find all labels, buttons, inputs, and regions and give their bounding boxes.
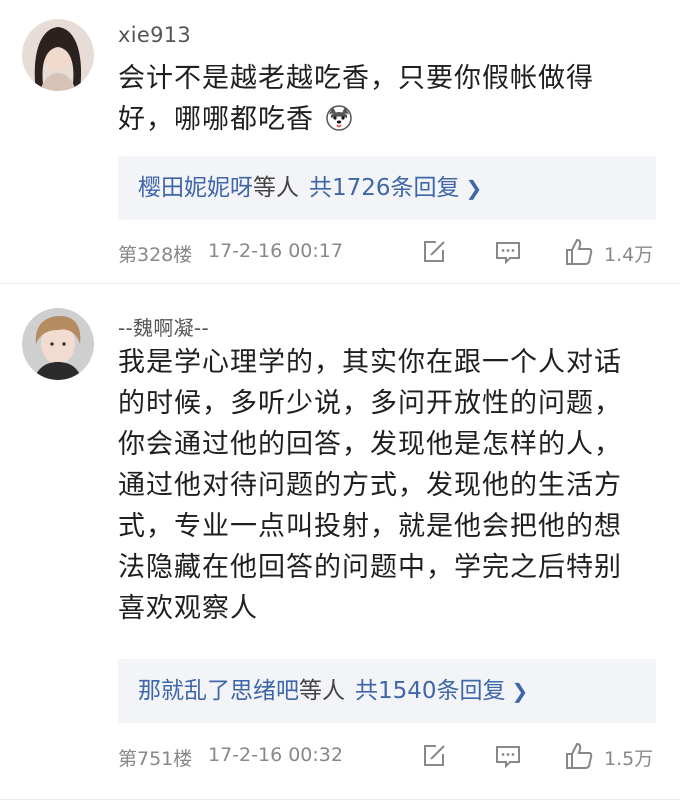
edit-square-icon[interactable] xyxy=(420,742,448,770)
comment-item: --魏啊凝-- 我是学心理学的，其实你在跟一个人对话的时候，多听少说，多问开放性… xyxy=(0,284,680,800)
comment-text: 我是学心理学的，其实你在跟一个人对话的时候，多听少说，多问开放性的问题，你会通过… xyxy=(118,347,622,624)
timestamp: 17-2-16 00:32 xyxy=(208,744,343,766)
thumbs-up-icon[interactable] xyxy=(564,741,594,771)
floor-number: 第328楼 xyxy=(118,244,193,266)
edit-square-icon[interactable] xyxy=(420,238,448,266)
reply-names[interactable]: 那就乱了思绪吧 xyxy=(138,678,299,704)
reply-summary-link[interactable]: 樱田妮妮呀等人 共1726条回复 ❯ xyxy=(118,156,656,220)
avatar[interactable] xyxy=(22,308,94,380)
floor-number: 第751楼 xyxy=(118,748,193,770)
comment-bubble-icon[interactable] xyxy=(494,742,522,770)
username[interactable]: xie913 xyxy=(118,23,191,47)
comment-text: 会计不是越老越吃香，只要你假帐做得好，哪哪都吃香 xyxy=(118,58,638,140)
reply-summary-link[interactable]: 那就乱了思绪吧等人 共1540条回复 ❯ xyxy=(118,659,656,723)
avatar[interactable] xyxy=(22,19,94,91)
reply-count[interactable]: 共1726条回复 xyxy=(309,175,460,201)
reply-suffix: 等人 xyxy=(299,678,345,704)
comment-bubble-icon[interactable] xyxy=(494,238,522,266)
comment-text-body: 会计不是越老越吃香，只要你假帐做得好，哪哪都吃香 xyxy=(118,63,594,135)
like-count: 1.4万 xyxy=(604,244,654,266)
comment-item: xie913 会计不是越老越吃香，只要你假帐做得好，哪哪都吃香 樱田妮妮呀等人共… xyxy=(0,0,680,283)
chevron-right-icon: ❯ xyxy=(511,679,529,703)
timestamp: 17-2-16 00:17 xyxy=(208,240,343,262)
reply-count[interactable]: 共1540条回复 xyxy=(355,678,506,704)
thumbs-up-icon[interactable] xyxy=(564,237,594,267)
comment-meta: 第328楼 17-2-16 00:17 1.4万 xyxy=(118,238,668,268)
reply-suffix: 等人 xyxy=(253,175,299,201)
like-count: 1.5万 xyxy=(604,748,654,770)
username[interactable]: --魏啊凝-- xyxy=(118,312,209,341)
reply-names[interactable]: 樱田妮妮呀 xyxy=(138,175,253,201)
husky-dog-emoji-icon xyxy=(325,102,352,131)
comment-meta: 第751楼 17-2-16 00:32 1.5万 xyxy=(118,742,668,772)
chevron-right-icon: ❯ xyxy=(465,176,483,200)
